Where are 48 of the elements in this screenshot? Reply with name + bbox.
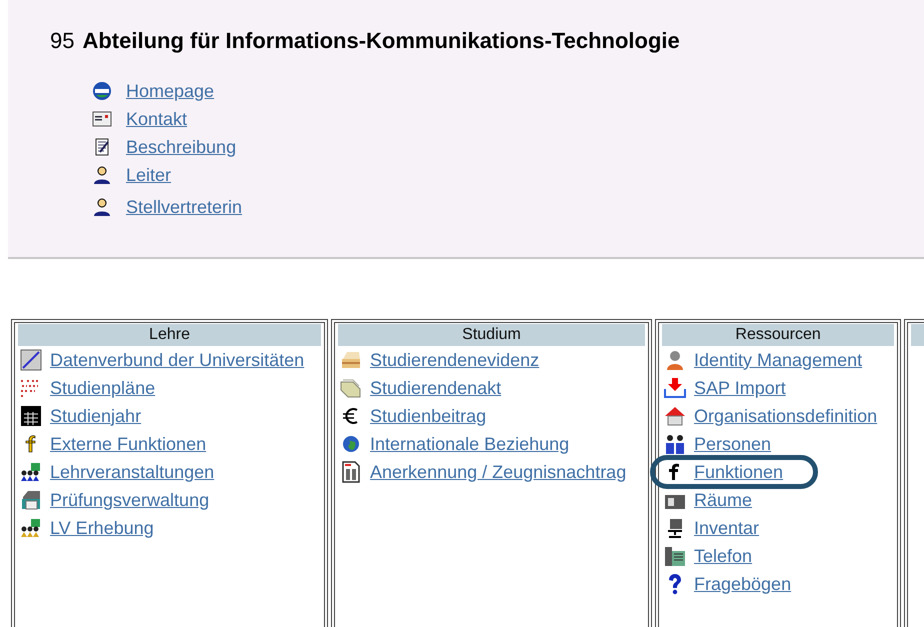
- calendar-icon: [20, 405, 42, 427]
- nav-link[interactable]: Anerkennung / Zeugnisnachtrag: [370, 458, 626, 486]
- nav-link[interactable]: Homepage: [126, 78, 214, 104]
- nav-link[interactable]: Datenverbund der Universitäten: [50, 346, 304, 374]
- nav-link[interactable]: Funktionen: [694, 458, 784, 486]
- panel-header: Lehre: [18, 324, 322, 346]
- person-icon: [664, 349, 686, 371]
- nav-link[interactable]: Personen: [694, 430, 772, 458]
- nav-link[interactable]: Leiter: [126, 162, 172, 188]
- panel-header: Studium: [338, 324, 645, 346]
- house-icon: [664, 405, 686, 427]
- document-icon: [340, 461, 362, 483]
- telephone-icon: [664, 545, 686, 567]
- nav-link[interactable]: Telefon: [694, 542, 752, 570]
- nav-link[interactable]: Kontakt: [126, 106, 188, 132]
- globe-icon: [92, 81, 112, 101]
- card-icon: [92, 109, 112, 129]
- nav-link[interactable]: Fragebögen: [694, 570, 792, 598]
- nav-link[interactable]: Räume: [694, 486, 752, 514]
- nav-link[interactable]: Prüfungsverwaltung: [50, 486, 210, 514]
- nav-link[interactable]: Studierendenakt: [370, 374, 502, 402]
- printer-icon: [20, 489, 42, 511]
- nav-link[interactable]: Inventar: [694, 514, 760, 542]
- nav-link[interactable]: Organisationsdefinition: [694, 402, 878, 430]
- nav-link[interactable]: Studienpläne: [50, 374, 156, 402]
- nav-link[interactable]: Studierendenevidenz: [370, 346, 540, 374]
- nav-link[interactable]: Studienjahr: [50, 402, 142, 430]
- nav-link[interactable]: Lehrveranstaltungen: [50, 458, 214, 486]
- person-icon: [92, 165, 112, 185]
- chest-icon: [340, 349, 362, 371]
- department-title: Abteilung für Informations-Kommunikations-Technologie: [82, 27, 680, 55]
- person-icon: [92, 197, 112, 217]
- nav-link[interactable]: Internationale Beziehung: [370, 430, 570, 458]
- folders-icon: [340, 377, 362, 399]
- group-icon: [20, 517, 42, 539]
- import-icon: [664, 377, 686, 399]
- nav-link[interactable]: Externe Funktionen: [50, 430, 206, 458]
- nav-link[interactable]: Identity Management: [694, 346, 862, 374]
- nav-link[interactable]: Beschreibung: [126, 134, 236, 160]
- department-number: 95: [50, 27, 74, 55]
- group-icon: [20, 461, 42, 483]
- panel-header: Ressourcen: [662, 324, 894, 346]
- nav-link[interactable]: Studienbeitrag: [370, 402, 486, 430]
- people-icon: [664, 433, 686, 455]
- chart-icon: [20, 349, 42, 371]
- nav-link[interactable]: SAP Import: [694, 374, 786, 402]
- nav-link[interactable]: Stellvertreterin: [126, 194, 242, 220]
- nav-link[interactable]: LV Erhebung: [50, 514, 154, 542]
